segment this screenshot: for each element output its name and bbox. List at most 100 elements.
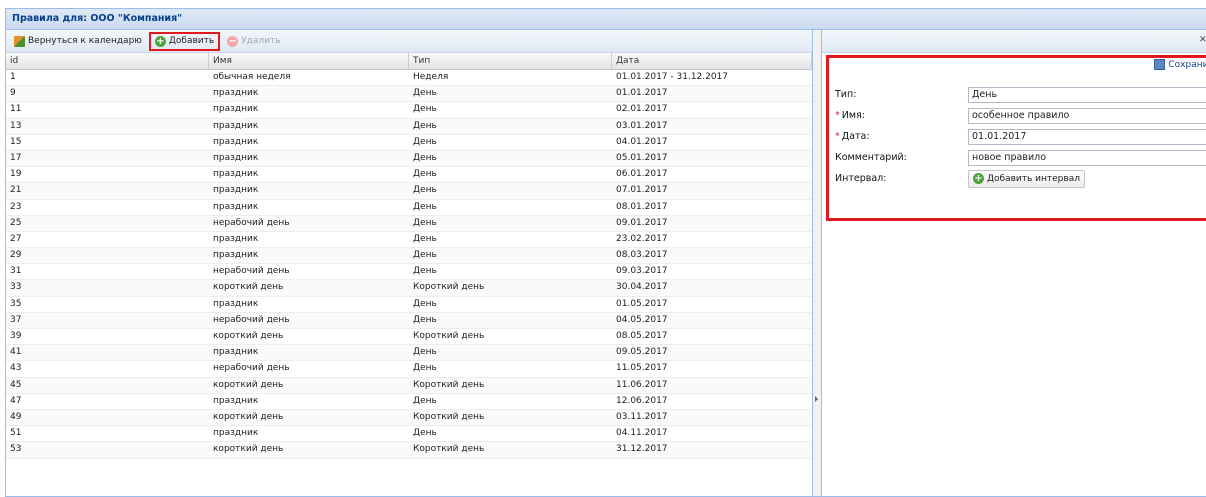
save-label: Сохранить xyxy=(1168,59,1206,70)
comment-field[interactable]: новое правило xyxy=(968,149,1206,166)
column-header-name[interactable]: Имя xyxy=(209,53,409,69)
cell-type: День xyxy=(413,347,437,358)
table-row[interactable]: 21 праздник День 07.01.2017 xyxy=(6,183,812,200)
add-interval-button[interactable]: + Добавить интервал xyxy=(968,169,1085,188)
rule-edit-panel: ✕ Сохранить Тип: День ▼ *Имя: особенное … xyxy=(822,30,1206,496)
rules-grid-panel: Вернуться к календарю + Добавить − Удали… xyxy=(6,30,813,496)
table-row[interactable]: 25 нерабочий день День 09.01.2017 xyxy=(6,215,812,232)
close-icon[interactable]: ✕ xyxy=(1199,34,1206,46)
cell-date: 02.01.2017 xyxy=(616,104,668,115)
cell-name: короткий день xyxy=(213,379,284,390)
table-row[interactable]: 47 праздник День 12.06.2017 xyxy=(6,394,812,410)
table-row[interactable]: 17 праздник День 05.01.2017 xyxy=(6,150,812,168)
interval-row: Интервал: + Добавить интервал xyxy=(835,169,1085,188)
grid-toolbar: Вернуться к календарю + Добавить − Удали… xyxy=(6,30,812,53)
name-label: Имя: xyxy=(841,110,865,121)
cell-type: День xyxy=(413,185,437,196)
column-header-type[interactable]: Тип xyxy=(409,53,612,69)
type-select[interactable]: День ▼ xyxy=(968,86,1206,103)
cell-id: 31 xyxy=(10,266,22,277)
table-row[interactable]: 27 праздник День 23.02.2017 xyxy=(6,232,812,249)
table-row[interactable]: 29 праздник День 08.03.2017 xyxy=(6,248,812,265)
cell-name: праздник xyxy=(213,201,259,212)
table-row[interactable]: 15 праздник День 04.01.2017 xyxy=(6,135,812,151)
cell-date: 06.01.2017 xyxy=(616,169,668,180)
cell-name: короткий день xyxy=(213,444,284,455)
table-row[interactable]: 31 нерабочий день День 09.03.2017 xyxy=(6,264,812,281)
cell-date: 08.01.2017 xyxy=(616,201,668,212)
cell-date: 09.01.2017 xyxy=(616,217,668,228)
cell-type: Короткий день xyxy=(413,282,485,293)
cell-name: праздник xyxy=(213,298,259,309)
cell-date: 05.01.2017 xyxy=(616,152,668,163)
cell-name: праздник xyxy=(213,152,259,163)
cell-name: праздник xyxy=(213,88,259,99)
cell-name: праздник xyxy=(213,120,259,131)
cell-id: 53 xyxy=(10,444,22,455)
cell-type: День xyxy=(413,152,437,163)
plus-icon: + xyxy=(154,35,166,47)
cell-date: 12.06.2017 xyxy=(616,395,668,406)
cell-type: День xyxy=(413,428,437,439)
cell-type: Короткий день xyxy=(413,379,485,390)
table-row[interactable]: 53 короткий день Короткий день 31.12.2017 xyxy=(6,442,812,459)
table-row[interactable]: 37 нерабочий день День 04.05.2017 xyxy=(6,312,812,329)
cell-id: 29 xyxy=(10,250,22,261)
cell-name: праздник xyxy=(213,169,259,180)
delete-button[interactable]: − Удалить xyxy=(223,33,284,50)
name-field[interactable]: особенное правило xyxy=(968,107,1206,124)
rule-form: Сохранить Тип: День ▼ *Имя: особенное пр… xyxy=(826,55,1206,221)
cell-type: День xyxy=(413,104,437,115)
cell-id: 19 xyxy=(10,169,22,180)
column-header-id[interactable]: id xyxy=(6,53,209,69)
type-row: Тип: День ▼ xyxy=(835,86,1206,103)
calendar-icon xyxy=(14,35,25,47)
cell-date: 11.05.2017 xyxy=(616,363,668,374)
cell-type: День xyxy=(413,217,437,228)
cell-date: 09.03.2017 xyxy=(616,266,668,277)
type-label: Тип: xyxy=(835,89,857,100)
collapse-arrow-icon[interactable] xyxy=(815,396,818,402)
cell-id: 33 xyxy=(10,282,22,293)
cell-date: 01.01.2017 xyxy=(616,88,668,99)
date-row: *Дата: 01.01.2017 ▦ xyxy=(835,128,1206,145)
cell-date: 04.05.2017 xyxy=(616,314,668,325)
table-row[interactable]: 11 праздник День 02.01.2017 xyxy=(6,102,812,119)
cell-date: 31.12.2017 xyxy=(616,444,668,455)
back-to-calendar-button[interactable]: Вернуться к календарю xyxy=(10,33,146,50)
table-row[interactable]: 49 короткий день Короткий день 03.11.2017 xyxy=(6,409,812,427)
table-row[interactable]: 1 обычная неделя Неделя 01.01.2017 - 31.12.… xyxy=(6,70,812,87)
table-row[interactable]: 39 короткий день Короткий день 08.05.2017 xyxy=(6,329,812,346)
cell-date: 04.01.2017 xyxy=(616,136,668,147)
grid-header: id Имя Тип Дата xyxy=(6,53,812,70)
cell-type: День xyxy=(413,250,437,261)
cell-id: 15 xyxy=(10,136,22,147)
table-row[interactable]: 43 нерабочий день День 11.05.2017 xyxy=(6,361,812,378)
cell-name: короткий день xyxy=(213,331,284,341)
add-button[interactable]: + Добавить xyxy=(148,31,221,51)
panel-splitter[interactable] xyxy=(813,30,822,496)
cell-id: 51 xyxy=(10,428,22,439)
table-row[interactable]: 33 короткий день Короткий день 30.04.2017 xyxy=(6,280,812,297)
cell-type: Короткий день xyxy=(413,331,485,341)
date-field[interactable]: 01.01.2017 ▦ xyxy=(968,128,1206,145)
cell-type: День xyxy=(413,395,437,406)
cell-name: праздник xyxy=(213,250,259,261)
table-row[interactable]: 9 праздник День 01.01.2017 xyxy=(6,86,812,103)
save-button[interactable]: Сохранить xyxy=(1154,59,1206,70)
table-row[interactable]: 23 праздник День 08.01.2017 xyxy=(6,200,812,216)
table-row[interactable]: 19 праздник День 06.01.2017 xyxy=(6,167,812,184)
table-row[interactable]: 13 праздник День 03.01.2017 xyxy=(6,118,812,135)
cell-type: День xyxy=(413,363,437,374)
cell-type: День xyxy=(413,136,437,147)
date-label: Дата: xyxy=(841,131,870,142)
table-row[interactable]: 41 праздник День 09.05.2017 xyxy=(6,345,812,362)
cell-id: 25 xyxy=(10,217,22,228)
column-header-date[interactable]: Дата xyxy=(612,53,812,69)
table-row[interactable]: 51 праздник День 04.11.2017 xyxy=(6,426,812,443)
cell-type: Неделя xyxy=(413,72,449,82)
table-row[interactable]: 35 праздник День 01.05.2017 xyxy=(6,297,812,313)
cell-name: праздник xyxy=(213,347,259,358)
table-row[interactable]: 45 короткий день Короткий день 11.06.2017 xyxy=(6,377,812,394)
cell-name: нерабочий день xyxy=(213,363,290,374)
